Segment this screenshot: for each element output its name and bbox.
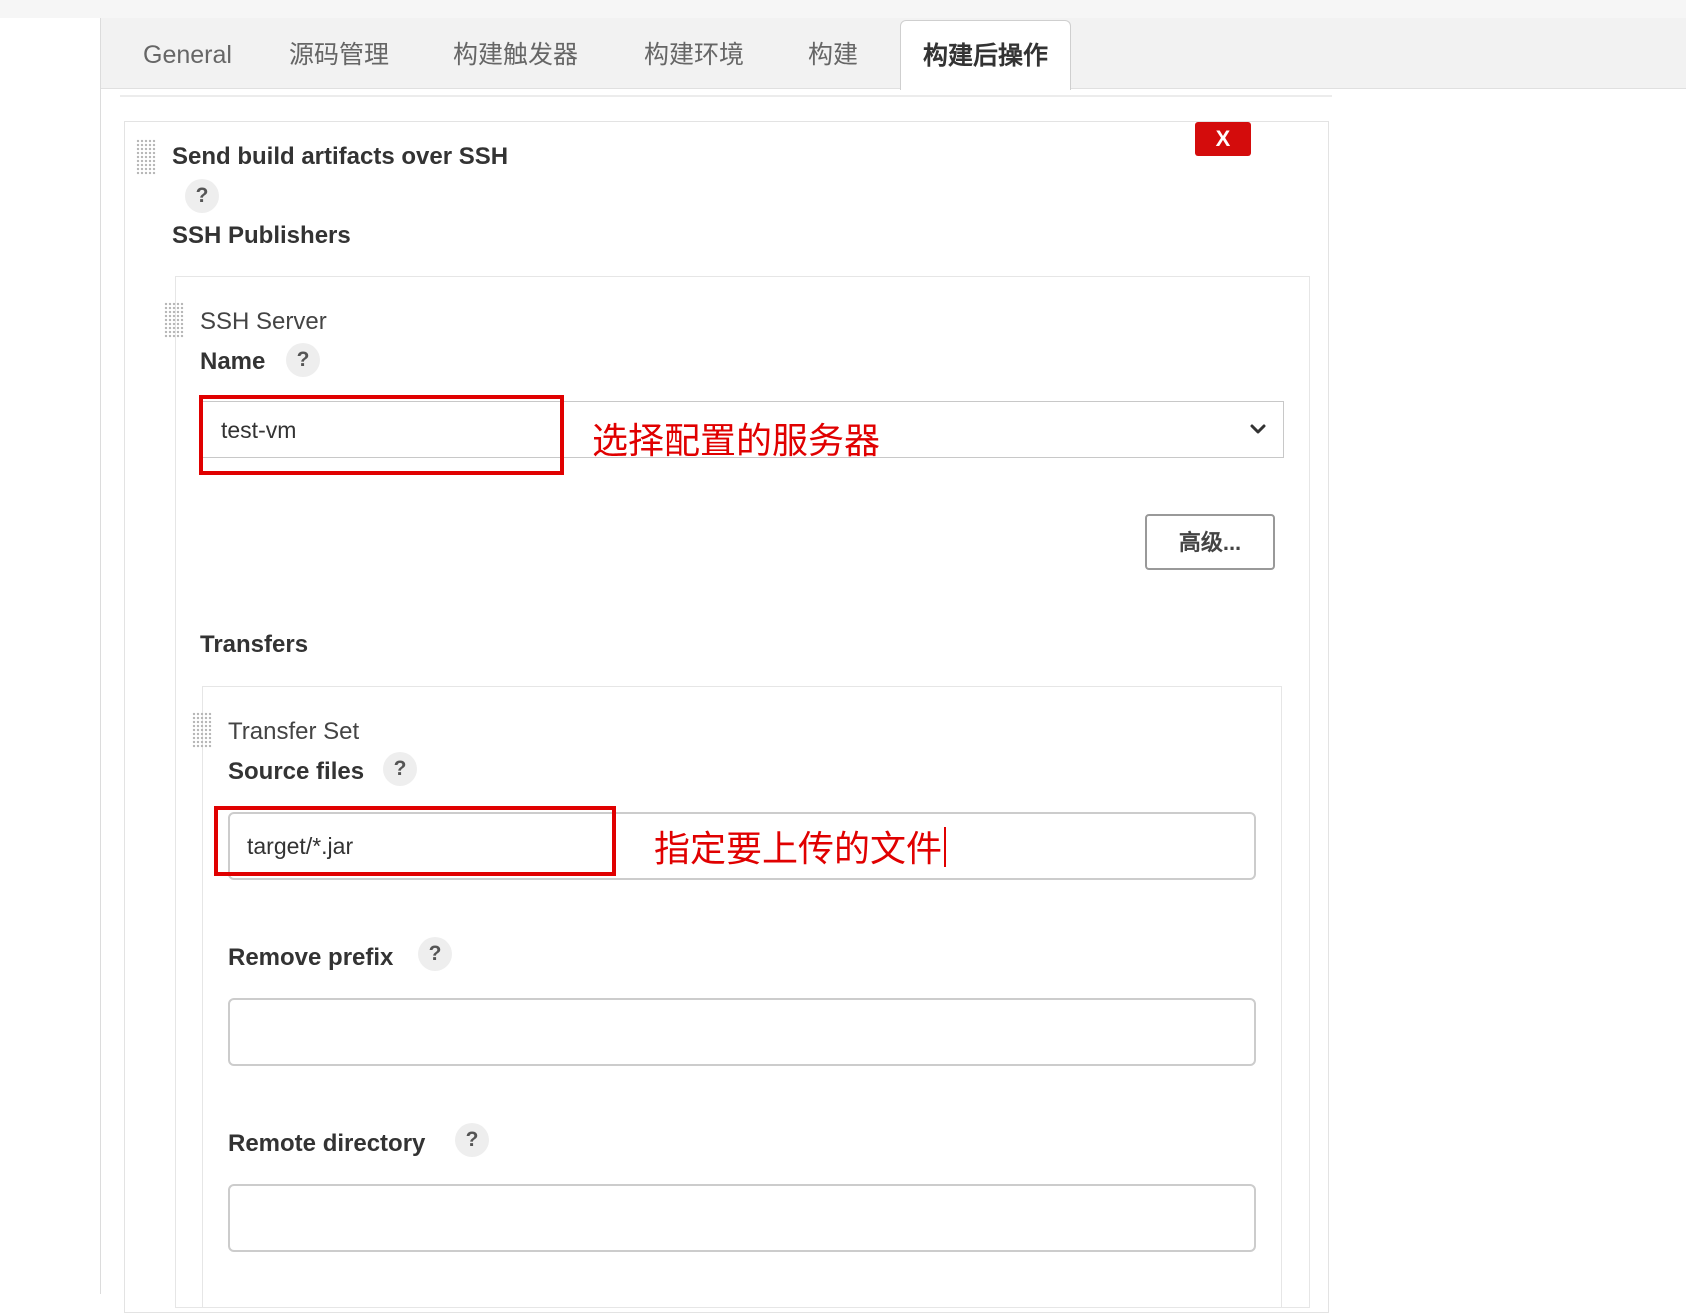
- config-tab-bar: General 源码管理 构建触发器 构建环境 构建 构建后操作: [101, 18, 1686, 90]
- remove-prefix-input[interactable]: [228, 998, 1256, 1066]
- chevron-down-icon: [1250, 424, 1266, 434]
- help-icon[interactable]: ?: [418, 937, 452, 971]
- tab-separator: [120, 95, 1332, 97]
- delete-step-button[interactable]: X: [1195, 122, 1251, 156]
- tab-build-environment[interactable]: 构建环境: [644, 18, 744, 88]
- help-icon[interactable]: ?: [185, 179, 219, 213]
- drag-handle-icon[interactable]: [192, 712, 212, 748]
- advanced-button[interactable]: 高级...: [1145, 514, 1275, 570]
- drag-handle-icon[interactable]: [164, 302, 184, 338]
- transfer-set-title: Transfer Set: [228, 718, 360, 745]
- ssh-publishers-label: SSH Publishers: [172, 222, 351, 249]
- tab-build[interactable]: 构建: [808, 18, 858, 88]
- left-border: [100, 18, 101, 1294]
- tab-build-triggers[interactable]: 构建触发器: [453, 18, 578, 88]
- help-icon[interactable]: ?: [286, 343, 320, 377]
- annotation-files-note: 指定要上传的文件: [654, 820, 947, 872]
- tab-general[interactable]: General: [143, 18, 232, 88]
- top-strip: [0, 0, 1686, 18]
- tab-source-code[interactable]: 源码管理: [289, 18, 389, 88]
- help-icon[interactable]: ?: [383, 752, 417, 786]
- annotation-server-note: 选择配置的服务器: [592, 421, 881, 462]
- drag-handle-icon[interactable]: [136, 139, 156, 175]
- text-cursor: [944, 827, 947, 867]
- annotation-box-files: [214, 806, 616, 876]
- tab-post-build-actions[interactable]: 构建后操作: [900, 20, 1071, 90]
- remote-directory-label: Remote directory: [228, 1130, 426, 1157]
- transfers-label: Transfers: [200, 631, 309, 658]
- section-title: Send build artifacts over SSH: [172, 143, 509, 170]
- remote-directory-input[interactable]: [228, 1184, 1256, 1252]
- help-icon[interactable]: ?: [455, 1123, 489, 1157]
- ssh-server-title: SSH Server: [200, 308, 327, 335]
- source-files-label: Source files: [228, 758, 365, 785]
- name-label: Name: [200, 348, 266, 375]
- remove-prefix-label: Remove prefix: [228, 944, 394, 971]
- annotation-box-server: [199, 395, 564, 475]
